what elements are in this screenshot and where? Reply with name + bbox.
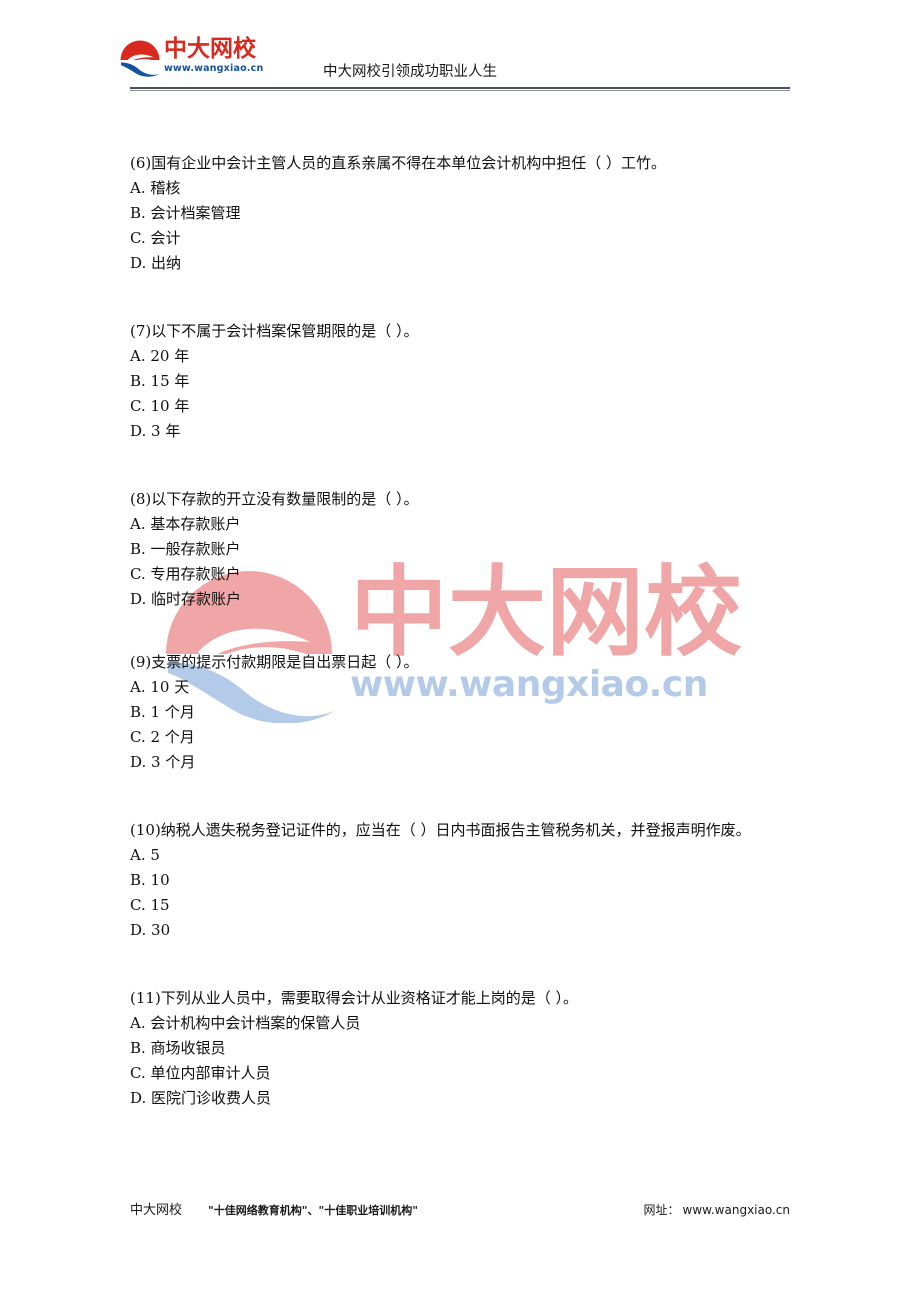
footer-site-url[interactable]: www.wangxiao.cn: [683, 1200, 790, 1220]
option-c[interactable]: C. 2 个月: [130, 725, 790, 750]
header-divider: [130, 87, 790, 91]
option-c[interactable]: C. 15: [130, 893, 790, 918]
question-options: A. 20 年 B. 15 年 C. 10 年 D. 3 年: [130, 344, 790, 444]
question-stem: (8)以下存款的开立没有数量限制的是（ ）。: [130, 490, 419, 508]
question-10: (10)纳税人遗失税务登记证件的，应当在（ ）日内书面报告主管税务机关，并登报声…: [130, 817, 790, 943]
question-options: A. 5 B. 10 C. 15 D. 30: [130, 843, 790, 943]
option-b[interactable]: B. 会计档案管理: [130, 201, 790, 226]
header-divider-thick: [130, 87, 790, 89]
question-spacer: [130, 775, 790, 817]
footer-awards: "十佳网络教育机构"、"十佳职业培训机构": [208, 1204, 418, 1217]
footer-brand: 中大网校: [130, 1203, 183, 1218]
option-b[interactable]: B. 商场收银员: [130, 1036, 790, 1061]
option-b[interactable]: B. 15 年: [130, 369, 790, 394]
question-stem: (9)支票的提示付款期限是自出票日起（ ）。: [130, 653, 419, 671]
question-options: A. 基本存款账户 B. 一般存款账户 C. 专用存款账户 D. 临时存款账户: [130, 512, 790, 612]
option-d[interactable]: D. 3 年: [130, 419, 790, 444]
footer-site-label: 网址：: [643, 1203, 680, 1217]
question-8: (8)以下存款的开立没有数量限制的是（ ）。 A. 基本存款账户 B. 一般存款…: [130, 486, 790, 612]
header-slogan: 中大网校引领成功职业人生: [323, 64, 497, 80]
option-a[interactable]: A. 5: [130, 843, 790, 868]
option-c[interactable]: C. 会计: [130, 226, 790, 251]
question-stem: (7)以下不属于会计档案保管期限的是（ ）。: [130, 322, 419, 340]
option-d[interactable]: D. 3 个月: [130, 750, 790, 775]
question-spacer: [130, 612, 790, 649]
document-page: 中大网校 www.wangxiao.cn 中大网校引领成功职业人生 中大网校 w…: [0, 0, 920, 1302]
option-b[interactable]: B. 1 个月: [130, 700, 790, 725]
page-footer: 中大网校 "十佳网络教育机构"、"十佳职业培训机构" 网址： www.wangx…: [130, 1200, 790, 1224]
question-spacer: [130, 276, 790, 318]
question-options: A. 会计机构中会计档案的保管人员 B. 商场收银员 C. 单位内部审计人员 D…: [130, 1011, 790, 1111]
site-logo: 中大网校 www.wangxiao.cn: [118, 36, 263, 84]
question-options: A. 稽核 B. 会计档案管理 C. 会计 D. 出纳: [130, 176, 790, 276]
page-header: 中大网校 www.wangxiao.cn 中大网校引领成功职业人生: [0, 0, 920, 100]
logo-url-text: www.wangxiao.cn: [164, 63, 264, 74]
logo-text-block: 中大网校 www.wangxiao.cn: [164, 36, 264, 82]
question-stem: (11)下列从业人员中，需要取得会计从业资格证才能上岗的是（ ）。: [130, 989, 579, 1007]
option-a[interactable]: A. 稽核: [130, 176, 790, 201]
header-divider-thin: [130, 90, 790, 91]
option-c[interactable]: C. 专用存款账户: [130, 562, 790, 587]
option-c[interactable]: C. 10 年: [130, 394, 790, 419]
question-options: A. 10 天 B. 1 个月 C. 2 个月 D. 3 个月: [130, 675, 790, 775]
question-6: (6)国有企业中会计主管人员的直系亲属不得在本单位会计机构中担任（ ）工竹。 A…: [130, 150, 790, 276]
question-9: (9)支票的提示付款期限是自出票日起（ ）。 A. 10 天 B. 1 个月 C…: [130, 649, 790, 775]
question-stem: (10)纳税人遗失税务登记证件的，应当在（ ）日内书面报告主管税务机关，并登报声…: [130, 821, 751, 839]
option-b[interactable]: B. 一般存款账户: [130, 537, 790, 562]
option-c[interactable]: C. 单位内部审计人员: [130, 1061, 790, 1086]
logo-name-text: 中大网校: [164, 36, 256, 62]
option-d[interactable]: D. 出纳: [130, 251, 790, 276]
logo-mark-icon: [120, 40, 160, 77]
option-a[interactable]: A. 10 天: [130, 675, 790, 700]
option-d[interactable]: D. 30: [130, 918, 790, 943]
option-a[interactable]: A. 20 年: [130, 344, 790, 369]
question-7: (7)以下不属于会计档案保管期限的是（ ）。 A. 20 年 B. 15 年 C…: [130, 318, 790, 444]
question-spacer: [130, 943, 790, 985]
option-b[interactable]: B. 10: [130, 868, 790, 893]
option-d[interactable]: D. 医院门诊收费人员: [130, 1086, 790, 1111]
option-a[interactable]: A. 会计机构中会计档案的保管人员: [130, 1011, 790, 1036]
question-stem: (6)国有企业中会计主管人员的直系亲属不得在本单位会计机构中担任（ ）工竹。: [130, 154, 667, 172]
question-11: (11)下列从业人员中，需要取得会计从业资格证才能上岗的是（ ）。 A. 会计机…: [130, 985, 790, 1111]
option-d[interactable]: D. 临时存款账户: [130, 587, 790, 612]
header-inner: 中大网校 www.wangxiao.cn 中大网校引领成功职业人生: [118, 36, 790, 86]
question-spacer: [130, 444, 790, 486]
option-a[interactable]: A. 基本存款账户: [130, 512, 790, 537]
question-list: (6)国有企业中会计主管人员的直系亲属不得在本单位会计机构中担任（ ）工竹。 A…: [130, 150, 790, 1111]
